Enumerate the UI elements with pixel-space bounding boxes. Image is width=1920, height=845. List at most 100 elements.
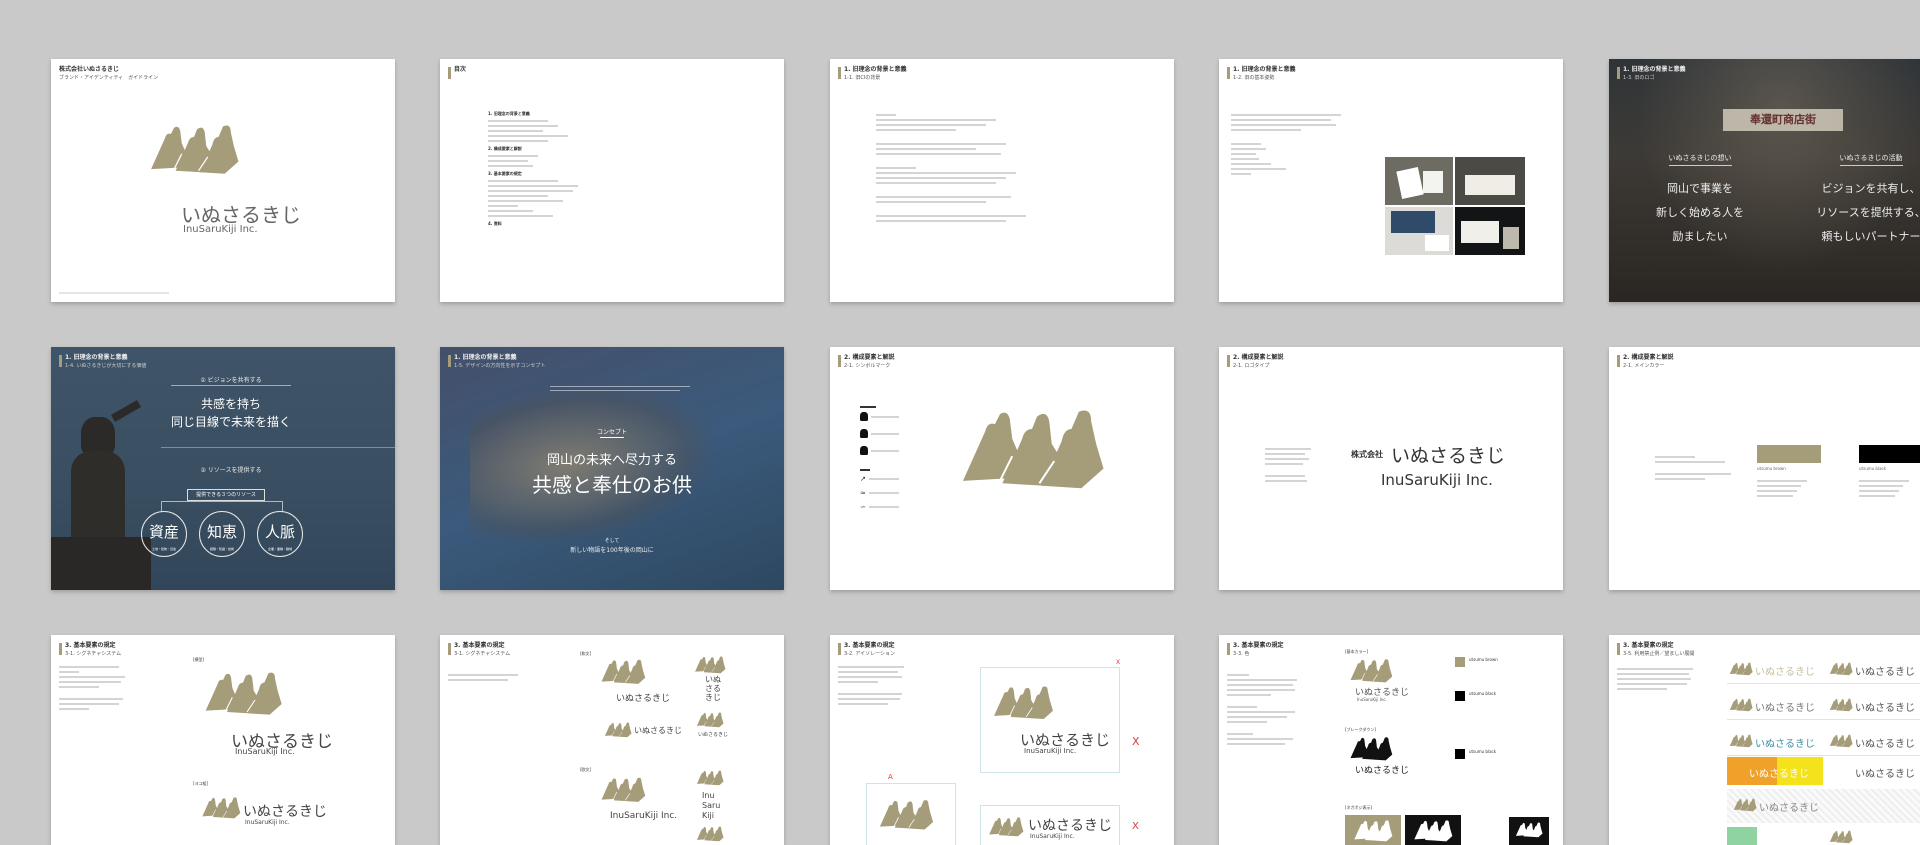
brand-symbol-icon (600, 775, 646, 805)
slide-header: 1. 旧理念の背景と意義 1-2. 旧の基本姿勢 (1227, 66, 1296, 82)
arrow-icon: ↗ (860, 475, 866, 483)
vertical-jp: いぬ さる きじ (705, 675, 721, 702)
slide-subtitle: 1-3. 旧のロゴ (1623, 75, 1655, 81)
example-row: いぬさるきじ いぬさるきじ (1727, 685, 1920, 720)
slide-header: 3. 基本要素の規定 3-1. シグネチャシステム (59, 642, 121, 658)
circle-label: 資産 (148, 523, 179, 541)
logo-jp: いぬさるきじ (634, 726, 682, 735)
logo-en: InuSaruKiji Inc. (1381, 471, 1493, 489)
example-grid: いぬさるきじ いぬさるきじ いぬさるきじ いぬさるきじ いぬさるきじ いぬさるき… (1727, 645, 1920, 845)
logo-en: InuSaruKiji Inc. (610, 811, 678, 821)
concept-underline (600, 437, 624, 438)
example-logo: いぬさるきじ (1855, 769, 1915, 780)
concept-line1: 岡山の未来へ尽力する (546, 453, 677, 468)
example-logo: いぬさるきじ (1855, 667, 1915, 678)
brand-symbol-icon (604, 721, 632, 739)
slide-title: 3. 基本要素の規定 (1233, 642, 1284, 649)
slide-subtitle: 1-1. 旧CIの背景 (844, 75, 881, 81)
body-text (1227, 671, 1303, 748)
right-line: 頼もしいパートナー (1821, 230, 1920, 243)
logo-en: InuSaruKiji Inc. (1030, 833, 1075, 840)
example-logo: いぬさるきじ (1755, 667, 1815, 678)
negative-sample-black (1509, 817, 1549, 845)
brand-symbol-icon (1353, 819, 1393, 843)
v-char: い (705, 675, 713, 684)
slide-values-statue[interactable]: 1. 旧理念の背景と意義 1-4. いぬさるきじが大切にする価値 ① ビジョンを… (51, 347, 395, 590)
body-text (1655, 453, 1735, 483)
resource-label: ② リソースを提供する (200, 467, 262, 474)
toc-item: 2. 構成要素と解説 (488, 146, 522, 151)
toc-item: 1. 旧理念の背景と意義 (488, 111, 530, 116)
black-specs (1859, 477, 1919, 500)
slide-concept-flag[interactable]: 1. 旧理念の背景と意義 1-5. デザインの方向性を示すコンセプト コンセプト… (440, 347, 784, 590)
right-block: いぬさるきじの活動 ビジョンを共有し、 リソースを提供する、 頼もしいパートナー (1789, 145, 1920, 244)
toc-item: 3. 基本要素の規定 (488, 171, 522, 176)
tag-label: [和文] (580, 651, 592, 656)
example-row: いぬさるきじ いぬさるきじ (1727, 721, 1920, 756)
slide-main-color[interactable]: 2. 構成要素と解説 2-1. メインカラー utsumu brown utsu… (1609, 347, 1920, 590)
color-name: utsumu black (1469, 691, 1497, 696)
slide-signature-variants[interactable]: 3. 基本要素の規定 3-1. シグネチャシステム [和文] いぬさるきじ いぬ… (440, 635, 784, 845)
brown-specs (1757, 477, 1817, 500)
concept-line3: そして (604, 538, 620, 544)
slide-symbol-mark[interactable]: 2. 構成要素と解説 2-1. シンボルマーク ↗ ≈ ∽ (830, 347, 1174, 590)
example-logo: いぬさるきじ (1759, 803, 1819, 814)
slide-prohibited-usage[interactable]: 3. 基本要素の規定 3-5. 利用禁止例／望ましい展開 いぬさるきじ いぬさる… (1609, 635, 1920, 845)
v-char: る (713, 684, 721, 693)
isolation-mark: X (1132, 735, 1140, 748)
brand-symbol-icon (988, 815, 1024, 839)
slide-header: 株式会社いぬさるきじ ブランド・アイデンティティ ガイドライン (59, 66, 158, 82)
tag-label: [基本カラー] (1345, 649, 1369, 654)
toc-list: 1. 旧理念の背景と意義 2. 構成要素と解説 3. 基本要素の規定 4. 資料 (488, 111, 628, 227)
resource-circle-wisdom: 知恵 経験・知識・技術 (199, 511, 245, 557)
slide-cover[interactable]: 株式会社いぬさるきじ ブランド・アイデンティティ ガイドライン いぬさるきじ I… (51, 59, 395, 302)
slide-signature-horizontal[interactable]: 3. 基本要素の規定 3-1. シグネチャシステム [横型] いぬさるきじ In… (51, 635, 395, 845)
brand-symbol-icon (203, 669, 283, 719)
v-word: Inu (702, 791, 715, 800)
slide-subtitle: 2-1. メインカラー (1623, 363, 1665, 369)
slide-title: 1. 旧理念の背景と意義 (454, 354, 517, 361)
statue-silhouette (51, 387, 161, 590)
slide-header: 3. 基本要素の規定 3-2. アイソレーション (838, 642, 895, 658)
tag-label: [ブレークダウン] (1345, 727, 1376, 732)
brown-swatch (1757, 445, 1821, 463)
body-text (876, 111, 1046, 225)
slide-toc[interactable]: 目次 1. 旧理念の背景と意義 2. 構成要素と解説 3. 基本要素の規定 4.… (440, 59, 784, 302)
brand-symbol-icon (1829, 697, 1853, 713)
dog-icon (860, 412, 868, 421)
slide-subtitle: 1-5. デザインの方向性を示すコンセプト (454, 363, 546, 369)
isolation-mark: X (1116, 659, 1121, 666)
slide-title: 目次 (448, 66, 466, 79)
brand-symbol-icon (1829, 733, 1853, 749)
slide-basic-stance[interactable]: 1. 旧理念の背景と意義 1-2. 旧の基本姿勢 (1219, 59, 1563, 302)
slide-header: 3. 基本要素の規定 3-3. 色 (1227, 642, 1284, 658)
slide-title: 1. 旧理念の背景と意義 (65, 354, 128, 361)
right-heading: いぬさるきじの活動 (1839, 153, 1903, 166)
example-row: いぬさるきじ いぬさるきじ (1727, 757, 1920, 785)
slide-background[interactable]: 1. 旧理念の背景と意義 1-1. 旧CIの背景 (830, 59, 1174, 302)
logo-jp: いぬさるきじ (1355, 766, 1410, 776)
v-char: き (705, 693, 713, 702)
slide-subtitle: 3-1. シグネチャシステム (454, 651, 511, 657)
slide-vision-street[interactable]: 奉還町商店街 1. 旧理念の背景と意義 1-3. 旧のロゴ いぬさるきじの想い … (1609, 59, 1920, 302)
slide-header: 2. 構成要素と解説 2-1. ロゴタイプ (1227, 354, 1284, 370)
color-name: utsumu black (1469, 749, 1497, 754)
slide-logotype[interactable]: 2. 構成要素と解説 2-1. ロゴタイプ 株式会社 いぬさるきじ InuSar… (1219, 347, 1563, 590)
circle-sub: 経験・知識・技術 (209, 547, 234, 551)
divider (161, 447, 395, 448)
black-swatch (1455, 691, 1465, 701)
body-text (1265, 445, 1321, 485)
concept-line2: 共感と奉仕のお供 (532, 473, 692, 497)
brand-symbol-icon (201, 795, 241, 821)
symbol-mark-icon (958, 405, 1106, 495)
logo-jp: いぬさるきじ (616, 694, 671, 704)
slide-color-usage[interactable]: 3. 基本要素の規定 3-3. 色 [基本カラー] いぬさるきじ InuSaru… (1219, 635, 1563, 845)
slide-title: 2. 構成要素と解説 (844, 354, 895, 361)
brand-symbol-icon (694, 655, 726, 675)
brand-symbol-icon (1349, 735, 1393, 763)
brand-symbol-icon (1729, 661, 1753, 677)
example-row (1727, 827, 1920, 845)
slide-isolation[interactable]: 3. 基本要素の規定 3-2. アイソレーション いぬさるきじ InuSaruK… (830, 635, 1174, 845)
black-swatch (1859, 445, 1920, 463)
company-name: 株式会社いぬさるきじ (59, 66, 120, 73)
